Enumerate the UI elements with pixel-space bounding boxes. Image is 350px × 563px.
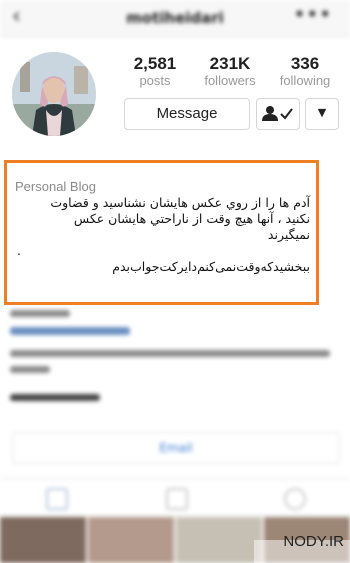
followers-stat[interactable]: 231K followers [195, 54, 265, 89]
blurred-text-row [10, 366, 50, 373]
tagged-photos-icon[interactable] [284, 488, 306, 510]
bio-line: آدم ها را از روي عكس هايشان نشناسيد و قض… [50, 195, 310, 210]
followers-label: followers [204, 73, 256, 88]
post-thumbnail[interactable] [88, 517, 174, 563]
bio-text: آدم ها را از روي عكس هايشان نشناسيد و قض… [13, 195, 310, 275]
message-button[interactable]: Message [124, 98, 250, 130]
following-stat[interactable]: 336 following [270, 54, 340, 89]
following-count: 336 [290, 54, 320, 73]
bio-line: ببخشیدکه‌وقت‌نمی‌کنم‌دایرکت‌جواب‌بدم [112, 259, 310, 274]
avatar-photo [12, 52, 96, 136]
top-navigation-bar: ‹ motiheidari ••• [0, 0, 350, 37]
site-watermark: NODY.IR [283, 533, 344, 550]
suggested-dropdown-button[interactable]: ▼ [305, 98, 339, 130]
following-label: following [279, 73, 331, 88]
bio-line: نكنيد ، آنها هيچ وقت از ناراحتي هايشان ع… [73, 211, 310, 226]
blurred-text-row [10, 310, 70, 317]
posts-label: posts [139, 73, 171, 88]
grid-view-icon[interactable] [46, 488, 68, 510]
blurred-translation-text[interactable] [10, 394, 100, 401]
followers-count: 231K [209, 54, 251, 73]
post-thumbnail[interactable] [0, 517, 86, 563]
posts-count: 2,581 [133, 54, 177, 73]
profile-avatar[interactable] [12, 52, 96, 136]
post-thumbnail[interactable] [176, 517, 262, 563]
chevron-down-icon: ▼ [317, 106, 327, 119]
blurred-followed-by-text [10, 350, 330, 357]
list-view-icon[interactable] [166, 488, 188, 510]
profile-stats: 2,581 posts 231K followers 336 following [120, 54, 340, 89]
bio-line: . [17, 243, 21, 258]
email-button[interactable]: Email [12, 432, 340, 464]
bio-line: نميگيرند [267, 227, 310, 242]
bio-category: Personal Blog [15, 179, 96, 194]
blurred-link[interactable] [10, 327, 130, 335]
bio-highlight-box: Personal Blog آدم ها را از روي عكس هايشا… [4, 160, 319, 305]
posts-stat[interactable]: 2,581 posts [120, 54, 190, 89]
more-options-icon[interactable]: ••• [294, 4, 332, 24]
person-check-icon [262, 106, 293, 121]
following-button[interactable] [256, 98, 300, 130]
profile-tab-bar [0, 478, 350, 516]
